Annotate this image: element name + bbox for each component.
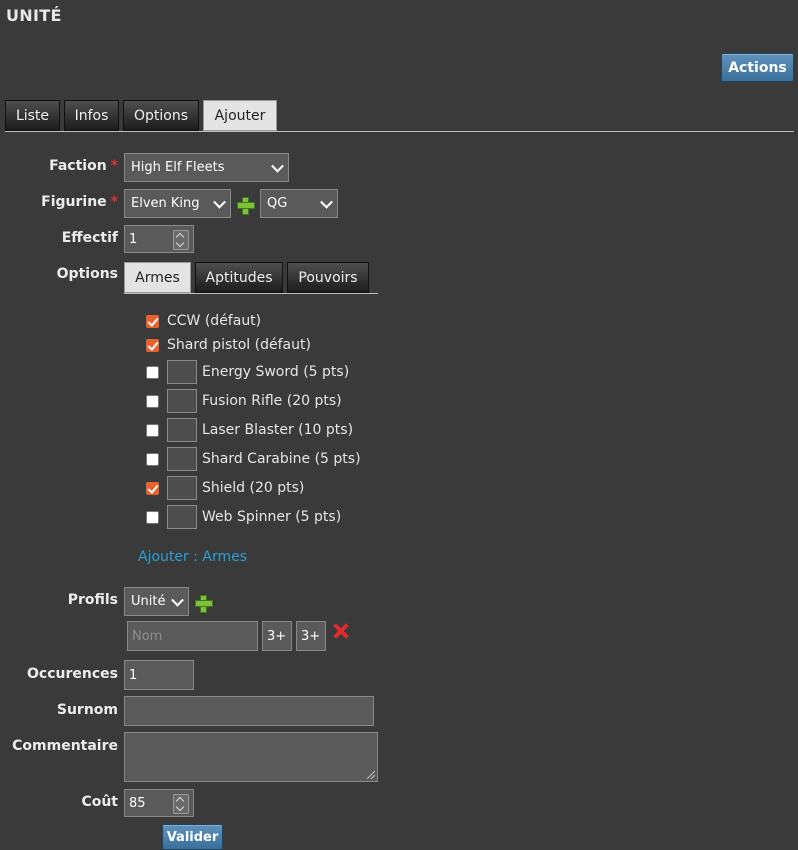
profils-label: Profils [67,592,118,608]
subtab-armes[interactable]: Armes [124,262,191,293]
tab-options[interactable]: Options [123,100,199,131]
commentaire-textarea[interactable] [124,732,378,782]
faction-label: Faction * [49,158,118,174]
figurine-label: Figurine * [41,194,118,210]
chevron-down-icon [320,195,333,209]
surnom-input[interactable] [124,696,374,726]
chevron-down-icon [271,159,284,173]
option-label-laser-blaster: Laser Blaster (10 pts) [202,422,354,438]
tab-ajouter[interactable]: Ajouter [203,100,277,131]
add-profil-icon[interactable] [195,595,213,613]
occurences-value: 1 [129,667,138,683]
checkbox-energy-sword[interactable] [146,366,159,379]
occurences-input[interactable]: 1 [124,660,194,690]
options-label: Options [56,266,118,282]
effectif-label: Effectif [61,230,118,246]
commentaire-label: Commentaire [12,738,118,754]
valider-button[interactable]: Valider [162,824,223,850]
profil-stat2-input[interactable]: 3+ [296,621,326,651]
tab-infos[interactable]: Infos [64,100,119,131]
profil-name-input[interactable]: Nom [127,621,258,651]
figurine-select[interactable]: Elven King [124,189,231,218]
page-title: UNITÉ [6,6,62,25]
quantity-laser-blaster[interactable] [167,418,197,442]
actions-button[interactable]: Actions [721,53,794,82]
close-icon[interactable] [333,623,349,639]
subtab-pouvoirs[interactable]: Pouvoirs [287,262,369,293]
add-armes-link[interactable]: Ajouter : Armes [138,549,247,565]
subtab-aptitudes[interactable]: Aptitudes [195,262,283,293]
faction-value: High Elf Fleets [131,160,225,175]
profil-value: Unité [131,594,166,609]
occurences-label: Occurences [27,666,118,682]
spinner-icon[interactable] [173,230,189,250]
option-label-fusion-rifle: Fusion Rifle (20 pts) [202,393,342,409]
effectif-input[interactable]: 1 [124,225,194,253]
option-label-web-spinner: Web Spinner (5 pts) [202,509,342,525]
checkbox-web-spinner[interactable] [146,511,159,524]
type-value: QG [267,196,288,211]
tabs-divider [5,131,794,132]
type-select[interactable]: QG [260,189,338,218]
profil-stat2-value: 3+ [301,628,321,644]
profil-stat1-input[interactable]: 3+ [262,621,292,651]
quantity-shard-carabine[interactable] [167,447,197,471]
option-label-shard-carabine: Shard Carabine (5 pts) [202,451,361,467]
surnom-label: Surnom [56,702,118,718]
required-mark: * [110,194,118,210]
tab-liste[interactable]: Liste [5,100,60,131]
checkbox-shard-pistol[interactable] [146,339,159,352]
quantity-web-spinner[interactable] [167,505,197,529]
cout-input[interactable]: 85 [124,789,194,817]
checkbox-laser-blaster[interactable] [146,424,159,437]
checkbox-shard-carabine[interactable] [146,453,159,466]
quantity-shield[interactable] [167,476,197,500]
cout-value: 85 [129,795,146,811]
subtabs-divider [124,293,378,294]
option-label-ccw: CCW (défaut) [167,313,262,329]
cout-label: Coût [81,794,118,810]
faction-select[interactable]: High Elf Fleets [124,153,289,182]
option-label-shield: Shield (20 pts) [202,480,305,496]
required-mark: * [110,158,118,174]
resize-grip-icon[interactable] [367,771,375,779]
add-figurine-icon[interactable] [237,197,255,215]
quantity-energy-sword[interactable] [167,360,197,384]
option-label-shard-pistol: Shard pistol (défaut) [167,337,311,353]
chevron-down-icon [213,195,226,209]
checkbox-ccw[interactable] [146,315,159,328]
checkbox-fusion-rifle[interactable] [146,395,159,408]
spinner-icon[interactable] [173,794,189,814]
figurine-value: Elven King [131,196,200,211]
effectif-value: 1 [129,231,138,247]
checkbox-shield[interactable] [146,482,159,495]
profil-select[interactable]: Unité [124,587,189,616]
profil-stat1-value: 3+ [267,628,287,644]
chevron-down-icon [171,593,184,607]
profil-name-placeholder: Nom [132,628,163,644]
quantity-fusion-rifle[interactable] [167,389,197,413]
option-label-energy-sword: Energy Sword (5 pts) [202,364,350,380]
